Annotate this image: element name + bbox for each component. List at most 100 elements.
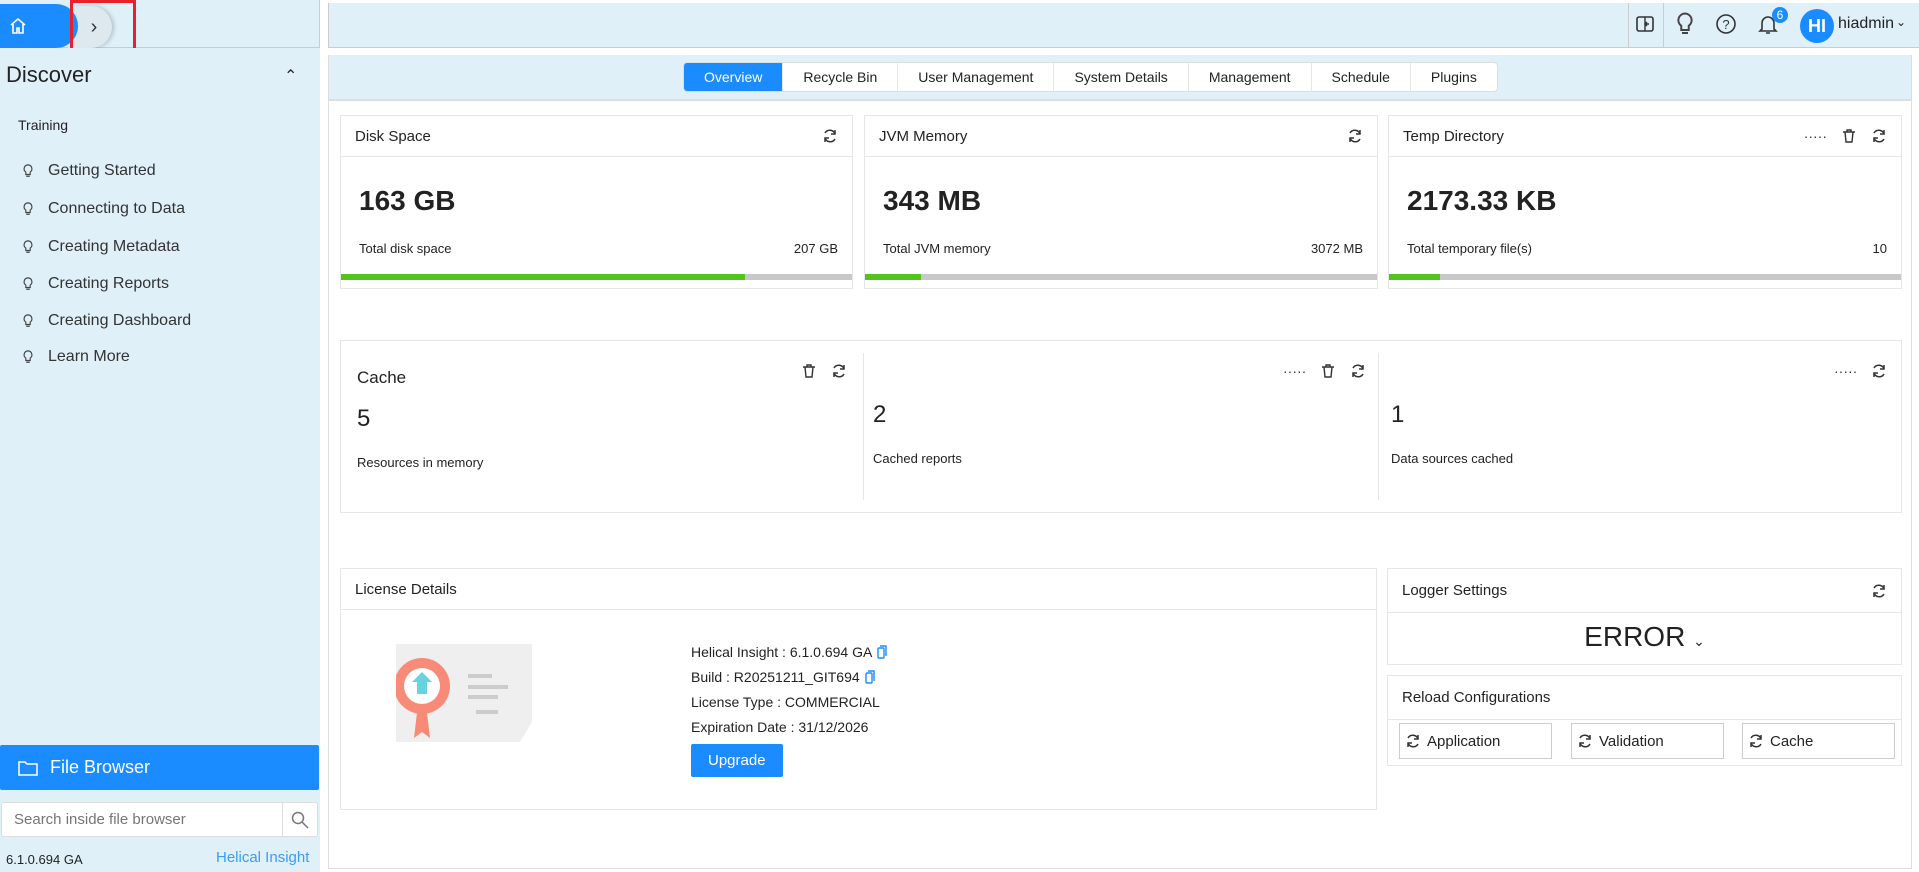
cache-label: Cached reports (873, 451, 962, 466)
help-icon[interactable]: ? (1714, 12, 1738, 36)
tab-user-management[interactable]: User Management (898, 63, 1055, 91)
logger-settings-card: Logger Settings ERROR ⌄ (1387, 568, 1902, 665)
file-browser-search (1, 802, 318, 837)
progress-bar (341, 274, 852, 280)
license-build: Build : R20251211_GIT694 (691, 669, 860, 685)
card-label: Total disk space (359, 241, 452, 256)
card-label: Total temporary file(s) (1407, 241, 1532, 256)
sidebar-item-connecting-to-data[interactable]: Connecting to Data (22, 200, 185, 218)
svg-text:?: ? (1722, 17, 1729, 32)
button-label: Validation (1599, 732, 1664, 750)
refresh-icon (1748, 733, 1764, 749)
license-card: License Details Helical Insight : 6.1.0.… (340, 568, 1377, 810)
card-total: 207 GB (793, 241, 838, 256)
license-expiry: Expiration Date : 31/12/2026 (691, 719, 869, 735)
log-level-select[interactable]: ERROR ⌄ (1388, 613, 1901, 653)
tab-plugins[interactable]: Plugins (1411, 63, 1497, 91)
tab-management[interactable]: Management (1189, 63, 1312, 91)
license-version: Helical Insight : 6.1.0.694 GA (691, 644, 873, 660)
divider (1628, 3, 1629, 48)
refresh-icon (1405, 733, 1421, 749)
collapse-chevron-up-icon[interactable]: ⌃ (284, 66, 297, 86)
tab-recycle-bin[interactable]: Recycle Bin (783, 63, 899, 91)
upgrade-button[interactable]: Upgrade (691, 744, 783, 777)
more-dots-icon[interactable]: ····· (1834, 363, 1857, 379)
log-level-value: ERROR (1584, 621, 1686, 652)
sidebar-item-label: Creating Dashboard (48, 312, 192, 329)
trash-icon[interactable] (1320, 363, 1336, 379)
file-browser-button[interactable]: File Browser (0, 745, 319, 790)
jvm-memory-card: JVM Memory 343 MB Total JVM memory 3072 M… (864, 115, 1378, 289)
refresh-icon[interactable] (1350, 363, 1366, 379)
file-browser-search-input[interactable] (2, 803, 282, 836)
reload-cache-button[interactable]: Cache (1742, 723, 1895, 759)
button-label: Cache (1770, 732, 1814, 750)
discover-title: Discover (6, 62, 92, 87)
card-label: Total JVM memory (883, 241, 991, 256)
sidebar-item-getting-started[interactable]: Getting Started (22, 162, 156, 180)
sidebar-item-creating-dashboard[interactable]: Creating Dashboard (22, 312, 191, 330)
chevron-down-icon: ⌄ (1693, 633, 1705, 649)
refresh-icon[interactable] (822, 128, 838, 144)
username: hiadmin (1838, 15, 1895, 32)
home-button[interactable] (0, 4, 78, 48)
lightbulb-icon (22, 277, 34, 291)
tab-schedule[interactable]: Schedule (1312, 63, 1411, 91)
sidebar-item-label: Creating Metadata (48, 238, 180, 255)
lightbulb-icon (22, 314, 34, 328)
lightbulb-icon (22, 350, 34, 364)
cache-title: Cache (357, 368, 407, 387)
refresh-icon[interactable] (1871, 583, 1887, 599)
card-title: Logger Settings (1402, 582, 1508, 599)
cache-label: Resources in memory (357, 455, 484, 470)
card-total: 3072 MB (1310, 241, 1363, 256)
more-dots-icon[interactable]: ····· (1283, 363, 1306, 379)
refresh-icon[interactable] (1871, 363, 1887, 379)
card-title: Temp Directory (1403, 127, 1504, 145)
trash-icon[interactable] (801, 363, 817, 379)
trash-icon[interactable] (1841, 128, 1857, 144)
progress-bar (865, 274, 1377, 280)
search-button[interactable] (282, 803, 317, 836)
version-label: 6.1.0.694 GA (6, 852, 83, 867)
progress-bar (1389, 274, 1901, 280)
sidebar-item-learn-more[interactable]: Learn More (22, 348, 130, 366)
folder-icon (18, 760, 38, 776)
progress-fill (1389, 274, 1441, 280)
tab-bar: Overview Recycle Bin User Management Sys… (683, 62, 1498, 92)
user-menu[interactable]: hiadmin ⌄ (1838, 15, 1906, 33)
copy-icon[interactable] (877, 645, 887, 659)
sidebar-item-creating-metadata[interactable]: Creating Metadata (22, 238, 180, 256)
lightbulb-icon (22, 164, 34, 178)
tab-system-details[interactable]: System Details (1054, 63, 1189, 91)
button-label: Application (1427, 732, 1501, 750)
license-type: License Type : COMMERCIAL (691, 694, 880, 710)
avatar[interactable]: HI (1800, 9, 1834, 43)
card-title: Disk Space (355, 127, 431, 145)
copy-icon[interactable] (865, 670, 875, 684)
reload-application-button[interactable]: Application (1399, 723, 1552, 759)
card-title: Reload Configurations (1402, 689, 1551, 706)
sidebar-item-label: Getting Started (48, 162, 156, 179)
card-value: 2173.33 KB (1407, 185, 1557, 216)
cache-label: Data sources cached (1391, 451, 1514, 466)
panel-toggle-icon[interactable] (1633, 12, 1657, 36)
helical-insight-link[interactable]: Helical Insight (216, 849, 309, 866)
reload-validation-button[interactable]: Validation (1571, 723, 1724, 759)
lightbulb-icon[interactable] (1673, 12, 1697, 36)
sidebar-item-creating-reports[interactable]: Creating Reports (22, 275, 169, 293)
sidebar-item-label: Learn More (48, 348, 130, 365)
tab-overview[interactable]: Overview (684, 63, 784, 91)
refresh-icon[interactable] (831, 363, 847, 379)
cache-card: Cache ····· ····· 5 Resources in memory … (340, 340, 1902, 513)
license-info: Helical Insight : 6.1.0.694 GA Build : R… (691, 644, 887, 777)
disk-space-card: Disk Space 163 GB Total disk space 207 GB (340, 115, 853, 289)
refresh-icon[interactable] (1347, 128, 1363, 144)
sidebar-item-label: Connecting to Data (48, 200, 185, 217)
more-dots-icon[interactable]: ····· (1804, 128, 1827, 144)
card-value: 163 GB (359, 185, 456, 216)
cache-value: 5 (357, 405, 371, 432)
progress-fill (865, 274, 922, 280)
refresh-icon[interactable] (1871, 128, 1887, 144)
license-certificate-icon (396, 644, 532, 742)
